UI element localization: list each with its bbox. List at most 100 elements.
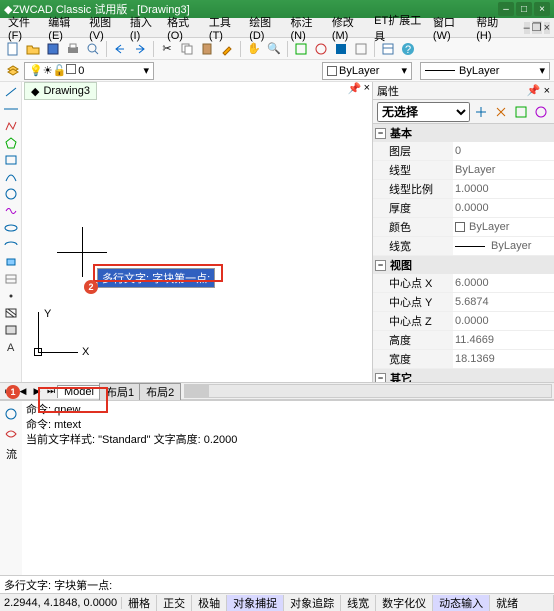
circle-icon[interactable] <box>2 186 20 202</box>
print-icon[interactable] <box>64 40 82 58</box>
prop-row[interactable]: 高度11.4669 <box>373 331 554 350</box>
prop-value[interactable]: 18.1369 <box>453 350 554 368</box>
status-otrack[interactable]: 对象追踪 <box>284 595 341 611</box>
status-grid[interactable]: 栅格 <box>122 595 157 611</box>
region-icon[interactable] <box>2 322 20 338</box>
prop-row[interactable]: 线宽ByLayer <box>373 237 554 256</box>
prop-row[interactable]: 厚度0.0000 <box>373 199 554 218</box>
doc-close-button[interactable]: × <box>544 22 550 34</box>
prop-row[interactable]: 线型ByLayer <box>373 161 554 180</box>
open-icon[interactable] <box>24 40 42 58</box>
prop-value[interactable]: 11.4669 <box>453 331 554 349</box>
panel-close-icon[interactable]: × <box>364 82 370 95</box>
zoom-icon[interactable]: 🔍 <box>265 40 283 58</box>
status-tablet[interactable]: 数字化仪 <box>376 595 433 611</box>
prop-tool-4-icon[interactable] <box>532 103 550 121</box>
linetype-dropdown[interactable]: ByLayer ▾ <box>420 62 550 80</box>
drawing-tab[interactable]: ◆ Drawing3 <box>24 82 97 100</box>
last-tab-icon[interactable]: ⏭ <box>44 384 58 398</box>
prop-row[interactable]: 中心点 Z0.0000 <box>373 312 554 331</box>
polyline-icon[interactable] <box>2 118 20 134</box>
cmd-icon-3[interactable]: 流 <box>2 445 20 463</box>
maximize-button[interactable]: □ <box>516 2 532 16</box>
tool-c-icon[interactable] <box>332 40 350 58</box>
prop-group[interactable]: −基本 <box>373 124 554 142</box>
status-lineweight[interactable]: 线宽 <box>341 595 376 611</box>
tool-b-icon[interactable] <box>312 40 330 58</box>
rectangle-icon[interactable] <box>2 152 20 168</box>
panel-pin-icon[interactable]: 📌 <box>348 82 362 95</box>
save-icon[interactable] <box>44 40 62 58</box>
status-polar[interactable]: 极轴 <box>192 595 227 611</box>
menu-help[interactable]: 帮助(H) <box>472 12 511 44</box>
copy-icon[interactable] <box>178 40 196 58</box>
prop-value[interactable]: ByLayer <box>453 237 554 255</box>
prop-value[interactable]: 0.0000 <box>453 312 554 330</box>
command-prompt[interactable]: 多行文字: 字块第一点: <box>4 577 112 593</box>
status-osnap[interactable]: 对象捕捉 <box>227 595 284 611</box>
cut-icon[interactable]: ✂ <box>158 40 176 58</box>
undo-icon[interactable] <box>111 40 129 58</box>
drawing-canvas[interactable]: ◆ Drawing3 📌 × 多行文字: 字块第一点: 2 Y X <box>22 82 372 382</box>
spline-icon[interactable] <box>2 203 20 219</box>
prop-tool-3-icon[interactable] <box>512 103 530 121</box>
prop-group[interactable]: −视图 <box>373 256 554 274</box>
menu-window[interactable]: 窗口(W) <box>429 12 470 44</box>
tool-d-icon[interactable] <box>352 40 370 58</box>
preview-icon[interactable] <box>84 40 102 58</box>
prop-group[interactable]: −其它 <box>373 369 554 382</box>
xline-icon[interactable] <box>2 101 20 117</box>
close-button[interactable]: × <box>534 2 550 16</box>
selection-dropdown[interactable]: 无选择 <box>377 102 470 122</box>
prop-row[interactable]: 颜色ByLayer <box>373 218 554 237</box>
prop-value[interactable]: 0.0000 <box>453 199 554 217</box>
matchprop-icon[interactable] <box>218 40 236 58</box>
text-icon[interactable]: A <box>2 339 20 355</box>
prop-value[interactable]: 5.6874 <box>453 293 554 311</box>
cmd-icon-1[interactable] <box>2 405 20 423</box>
color-dropdown[interactable]: ByLayer ▾ <box>322 62 412 80</box>
ellipse-icon[interactable] <box>2 220 20 236</box>
polygon-icon[interactable] <box>2 135 20 151</box>
tab-model[interactable]: Model <box>57 385 101 398</box>
tool-a-icon[interactable] <box>292 40 310 58</box>
layer-manager-icon[interactable] <box>4 62 22 80</box>
prop-row[interactable]: 图层0 <box>373 142 554 161</box>
insert-icon[interactable] <box>2 254 20 270</box>
doc-restore-button[interactable]: ❐ <box>532 21 542 34</box>
layer-dropdown[interactable]: 💡 ☀ 🔓 0 ▾ <box>24 62 154 80</box>
prop-row[interactable]: 线型比例1.0000 <box>373 180 554 199</box>
prop-value[interactable]: 6.0000 <box>453 274 554 292</box>
prop-value[interactable]: ByLayer <box>453 218 554 236</box>
next-tab-icon[interactable]: ▶ <box>30 384 44 398</box>
paste-icon[interactable] <box>198 40 216 58</box>
prop-row[interactable]: 宽度18.1369 <box>373 350 554 369</box>
prop-value[interactable]: 1.0000 <box>453 180 554 198</box>
new-icon[interactable] <box>4 40 22 58</box>
status-dyn[interactable]: 动态输入 <box>433 595 490 611</box>
doc-minimize-button[interactable]: – <box>524 22 530 34</box>
redo-icon[interactable] <box>131 40 149 58</box>
horizontal-scrollbar[interactable] <box>184 384 552 398</box>
block-icon[interactable] <box>2 271 20 287</box>
pan-icon[interactable]: ✋ <box>245 40 263 58</box>
line-icon[interactable] <box>2 84 20 100</box>
point-icon[interactable] <box>2 288 20 304</box>
prop-tool-2-icon[interactable] <box>492 103 510 121</box>
properties-icon[interactable] <box>379 40 397 58</box>
prop-tool-1-icon[interactable] <box>472 103 490 121</box>
tab-layout2[interactable]: 布局2 <box>139 383 181 400</box>
panel-pin-icon[interactable]: 📌 <box>527 85 541 97</box>
arc-icon[interactable] <box>2 169 20 185</box>
prop-value[interactable]: ByLayer <box>453 161 554 179</box>
help-icon[interactable]: ? <box>399 40 417 58</box>
prop-value[interactable]: 0 <box>453 142 554 160</box>
status-ortho[interactable]: 正交 <box>157 595 192 611</box>
hatch-icon[interactable] <box>2 305 20 321</box>
cmd-icon-2[interactable] <box>2 425 20 443</box>
prop-row[interactable]: 中心点 X6.0000 <box>373 274 554 293</box>
panel-close-icon[interactable]: × <box>544 85 550 97</box>
tab-layout1[interactable]: 布局1 <box>99 383 141 400</box>
ellipse-arc-icon[interactable] <box>2 237 20 253</box>
prop-row[interactable]: 中心点 Y5.6874 <box>373 293 554 312</box>
